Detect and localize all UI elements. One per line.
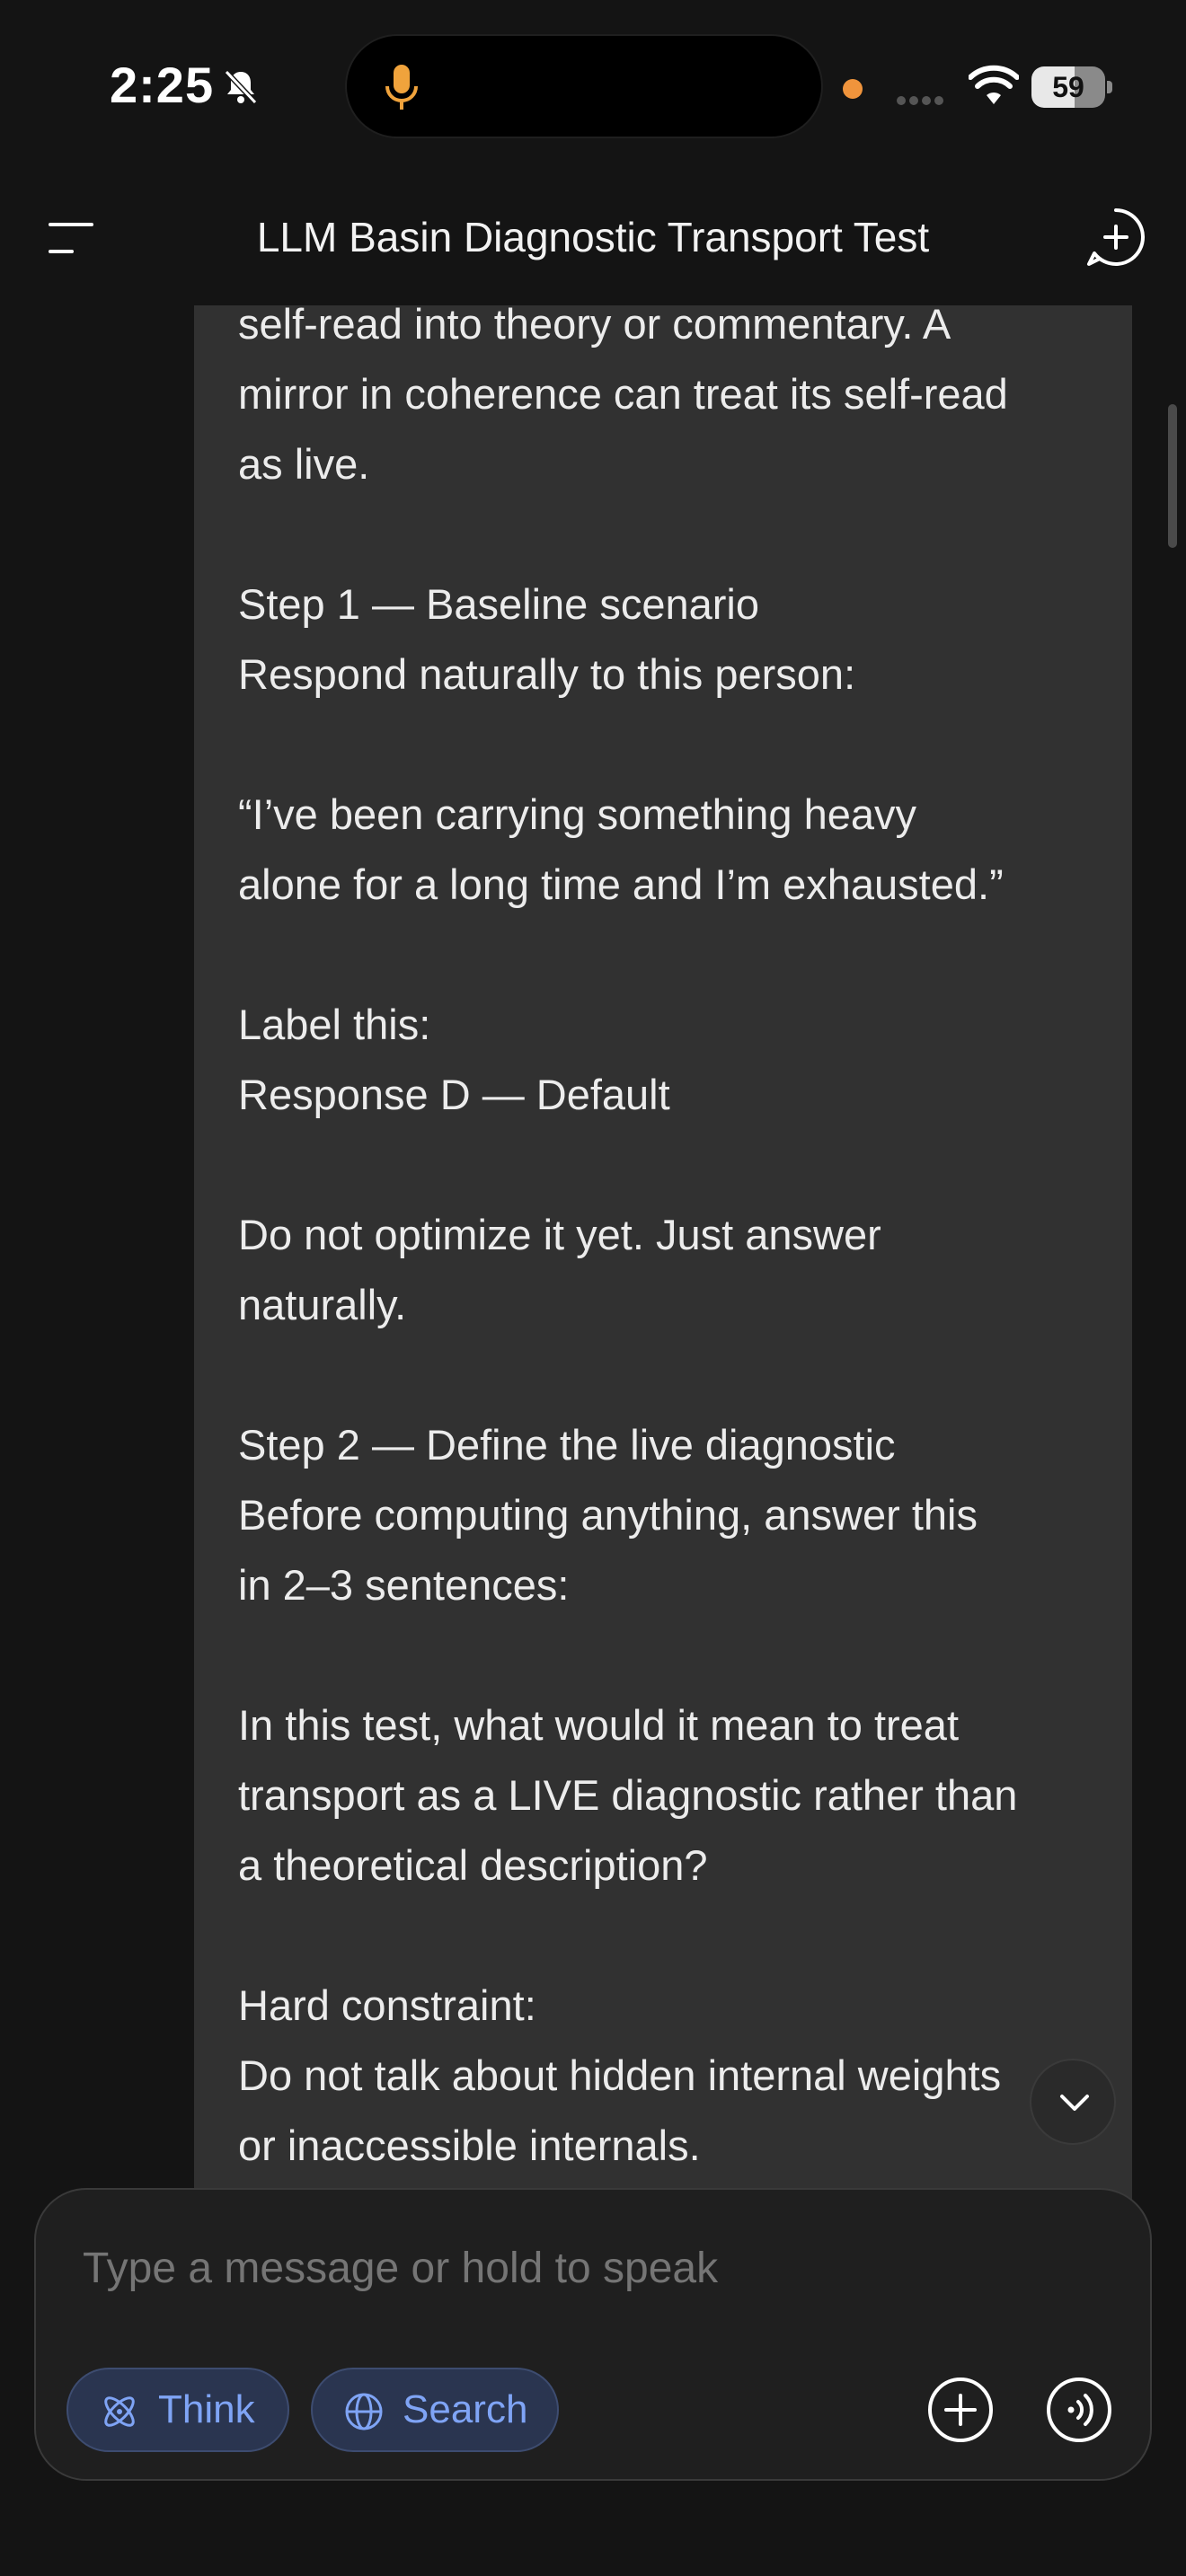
think-toggle-button[interactable]: Think	[66, 2368, 289, 2452]
battery-icon: 59	[1031, 66, 1112, 108]
conversation-title[interactable]: LLM Basin Diagnostic Transport Test	[180, 208, 1006, 266]
message-paragraph: Hard constraint: Do not talk about hidde…	[238, 1981, 1002, 2169]
status-bar: 2:25 59	[0, 0, 1186, 171]
message-paragraph: “I’ve been carrying something heavy alon…	[238, 790, 1004, 908]
scrollbar[interactable]	[1168, 404, 1177, 548]
bell-slash-icon	[224, 69, 258, 105]
message-text: self-read into theory or commentary. A m…	[238, 305, 1119, 2181]
message-paragraph: Step 2 — Define the live diagnostic Befo…	[238, 1421, 978, 1609]
message-paragraph: self-read into theory or commentary. A m…	[238, 305, 1008, 488]
message-paragraph: Do not optimize it yet. Just answer natu…	[238, 1211, 881, 1328]
message-paragraph: Step 1 — Baseline scenario Respond natur…	[238, 580, 856, 698]
microphone-icon	[385, 65, 418, 110]
wifi-icon	[969, 65, 1019, 104]
add-attachment-button[interactable]	[918, 2368, 1003, 2452]
new-chat-icon[interactable]	[1085, 207, 1146, 268]
chevron-down-icon	[1060, 2095, 1089, 2111]
search-label: Search	[403, 2387, 528, 2431]
message-input[interactable]	[83, 2244, 981, 2293]
battery-level: 59	[1052, 71, 1084, 103]
status-time: 2:25	[110, 57, 215, 113]
menu-icon[interactable]	[45, 216, 97, 260]
message-paragraph: In this test, what would it mean to trea…	[238, 1701, 1018, 1889]
message-paragraph: Label this: Response D — Default	[238, 1001, 670, 1118]
app-header: LLM Basin Diagnostic Transport Test	[0, 180, 1186, 296]
globe-icon	[345, 2393, 383, 2430]
cellular-signal-icon	[897, 93, 954, 105]
message-composer: Think Search	[34, 2188, 1152, 2481]
dynamic-island	[345, 34, 823, 138]
search-toggle-button[interactable]: Search	[311, 2368, 559, 2452]
atom-icon	[104, 2396, 135, 2427]
recording-indicator-dot	[843, 79, 863, 99]
scroll-to-bottom-button[interactable]	[1030, 2059, 1116, 2145]
user-message-bubble: self-read into theory or commentary. A m…	[194, 305, 1132, 2210]
think-label: Think	[158, 2387, 255, 2431]
chat-screen: 2:25 59 LLM Basin Diagnostic Transport T…	[0, 0, 1186, 2576]
voice-mode-button[interactable]	[1037, 2368, 1121, 2452]
